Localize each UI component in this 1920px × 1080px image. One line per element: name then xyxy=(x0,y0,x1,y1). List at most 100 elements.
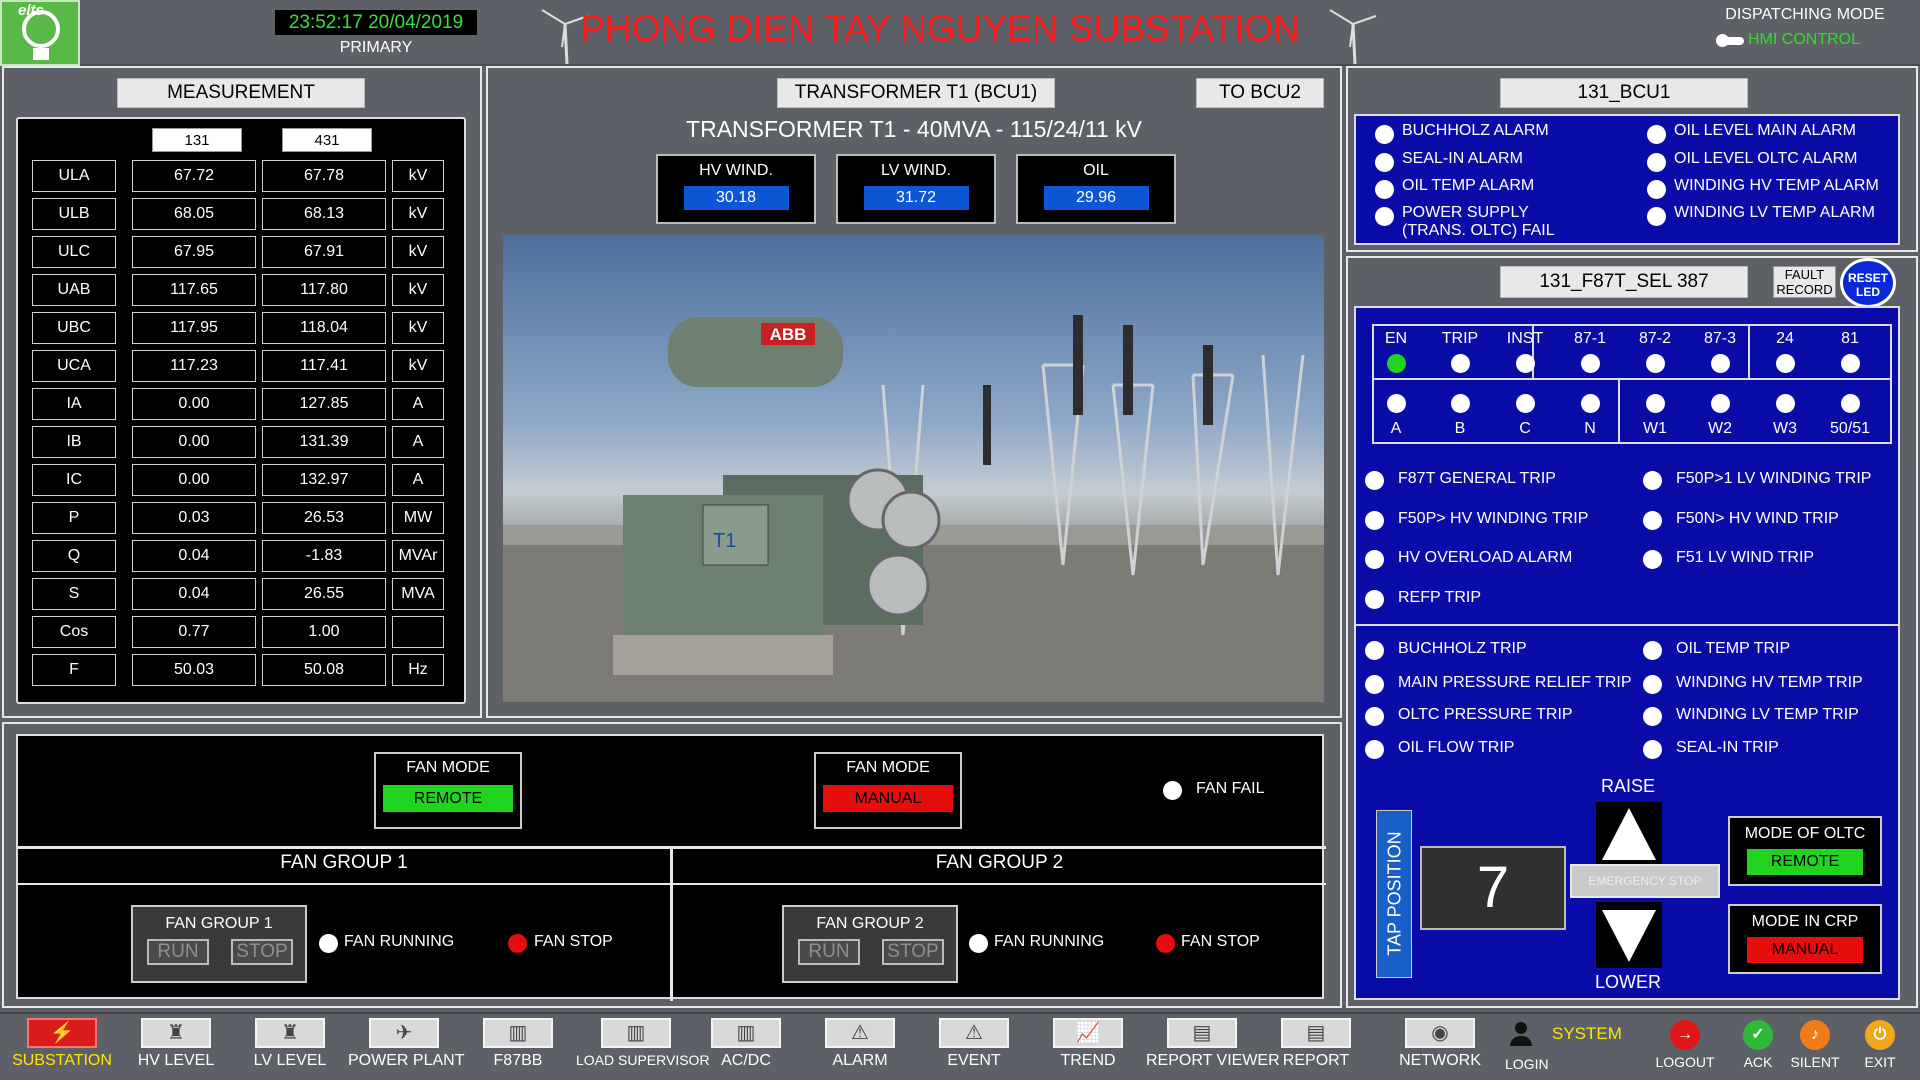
panel-icon: ▥ xyxy=(711,1018,781,1048)
measurement-cell-unit: Hz xyxy=(392,654,444,686)
ack-button[interactable]: ✓ ACK xyxy=(1735,1014,1781,1080)
protection-label: BUCHHOLZ TRIP xyxy=(1398,640,1527,657)
dispatching-mode-label: DISPATCHING MODE xyxy=(1725,6,1885,23)
toolbar-f87bb-button[interactable]: ▥ F87BB xyxy=(462,1014,574,1080)
fan-fail-led xyxy=(1163,781,1182,800)
fan-group2-run-button[interactable]: RUN xyxy=(798,939,860,965)
lower-button[interactable] xyxy=(1596,902,1662,968)
report-icon: ▤ xyxy=(1281,1018,1351,1048)
fan-group2-stop-button[interactable]: STOP xyxy=(882,939,944,965)
measurement-cell-v1: 0.00 xyxy=(132,464,256,496)
measurement-cell-unit: kV xyxy=(392,198,444,230)
event-icon: ⚠ xyxy=(939,1018,1009,1048)
protection-led xyxy=(1365,740,1384,759)
relay-led-label: B xyxy=(1454,420,1466,437)
measurement-cell-v1: 117.95 xyxy=(132,312,256,344)
measurement-cell-v1: 67.72 xyxy=(132,160,256,192)
relay-led xyxy=(1841,394,1860,413)
datetime-display: 23:52:17 20/04/2019 xyxy=(275,10,477,35)
bcu-title[interactable]: 131_BCU1 xyxy=(1500,78,1748,108)
alarm-bell-icon: ⚠ xyxy=(825,1018,895,1048)
measurement-cell-v2: 1.00 xyxy=(262,616,386,648)
relay-led-label: EN xyxy=(1384,330,1408,347)
raise-label: RAISE xyxy=(1600,776,1656,796)
panel-icon: ▥ xyxy=(483,1018,553,1048)
relay-led-label: N xyxy=(1584,420,1596,437)
dispatch-mode-toggle[interactable] xyxy=(1716,34,1744,47)
measurement-cell-unit xyxy=(392,616,444,648)
emergency-stop-button[interactable]: EMERGENCY STOP xyxy=(1570,864,1720,898)
tab-transformer-t1[interactable]: TRANSFORMER T1 (BCU1) xyxy=(777,78,1055,108)
fan-group1-running-led xyxy=(319,934,338,953)
fault-record-button[interactable]: FAULT RECORD xyxy=(1773,266,1836,298)
toolbar-trend-button[interactable]: 📈 TREND xyxy=(1032,1014,1144,1080)
bcu-alarm-label: SEAL-IN ALARM xyxy=(1402,150,1523,167)
mode-crp-value[interactable]: MANUAL xyxy=(1747,937,1863,963)
measurement-cell-name: IA xyxy=(32,388,116,420)
measurement-cell-unit: A xyxy=(392,388,444,420)
transformer-photo: ABB T1 xyxy=(503,235,1324,702)
bcu-alarm-label: BUCHHOLZ ALARM xyxy=(1402,122,1549,139)
user-icon xyxy=(1510,1022,1532,1046)
relay-led xyxy=(1581,394,1600,413)
to-bcu2-button[interactable]: TO BCU2 xyxy=(1196,78,1324,108)
toolbar-event-button[interactable]: ⚠ EVENT xyxy=(918,1014,1030,1080)
tap-position-text: TAP POSITION xyxy=(1384,831,1405,956)
protection-label: MAIN PRESSURE RELIEF TRIP xyxy=(1398,674,1632,691)
protection-led xyxy=(1365,675,1384,694)
tower-icon: ♜ xyxy=(141,1018,211,1048)
trip-label: F50P>1 LV WINDING TRIP xyxy=(1676,470,1872,487)
company-logo: elts xyxy=(0,0,80,66)
bcu-alarm-label: POWER SUPPLY (TRANS. OLTC) FAIL xyxy=(1402,204,1555,239)
bcu-alarm-led xyxy=(1375,125,1394,144)
toolbar-report-button[interactable]: ▤ REPORT xyxy=(1260,1014,1372,1080)
relay-led-label: TRIP xyxy=(1441,330,1479,347)
toolbar-alarm-button[interactable]: ⚠ ALARM xyxy=(804,1014,916,1080)
login-button[interactable]: LOGIN xyxy=(1505,1056,1549,1072)
toolbar-substation-button[interactable]: ⚡ SUBSTATION xyxy=(6,1014,118,1080)
measurement-cell-v1: 0.00 xyxy=(132,426,256,458)
primary-label: PRIMARY xyxy=(339,39,413,56)
wind-turbine-icon xyxy=(1329,9,1377,64)
svg-text:ABB: ABB xyxy=(770,325,807,344)
toolbar-report-viewer-button[interactable]: ▤ REPORT VIEWER xyxy=(1146,1014,1280,1080)
measurement-cell-v2: 131.39 xyxy=(262,426,386,458)
logout-button[interactable]: → LOGOUT xyxy=(1650,1014,1720,1080)
raise-button[interactable] xyxy=(1596,802,1662,868)
toolbar-network-button[interactable]: ◉ NETWORK xyxy=(1384,1014,1496,1080)
lower-label: LOWER xyxy=(1594,972,1661,992)
measurement-title[interactable]: MEASUREMENT xyxy=(117,78,365,108)
protection-label: OIL FLOW TRIP xyxy=(1398,739,1515,756)
toolbar-power-plant-button[interactable]: ✈ POWER PLANT xyxy=(348,1014,464,1080)
relay-led xyxy=(1387,394,1406,413)
relay-led-label: 24 xyxy=(1776,330,1794,347)
relay-title[interactable]: 131_F87T_SEL 387 xyxy=(1500,266,1748,298)
fan-mode-remote-button[interactable]: REMOTE xyxy=(383,785,513,812)
measurement-cell-v2: 26.53 xyxy=(262,502,386,534)
bcu-alarm-led xyxy=(1375,207,1394,226)
logout-icon: → xyxy=(1670,1020,1700,1050)
toolbar-hv-level-button[interactable]: ♜ HV LEVEL xyxy=(120,1014,232,1080)
trip-led xyxy=(1643,471,1662,490)
protection-led xyxy=(1643,641,1662,660)
measurement-cell-name: ULA xyxy=(32,160,116,192)
toolbar-lv-level-button[interactable]: ♜ LV LEVEL xyxy=(234,1014,346,1080)
measurement-cell-name: ULC xyxy=(32,236,116,268)
measurement-cell-v2: 117.41 xyxy=(262,350,386,382)
measurement-cell-v1: 67.95 xyxy=(132,236,256,268)
fan-mode-manual-button[interactable]: MANUAL xyxy=(823,785,953,812)
mode-oltc-box: MODE OF OLTC REMOTE xyxy=(1728,816,1882,886)
silent-button[interactable]: ♪ SILENT xyxy=(1790,1014,1840,1080)
toolbar-ac-dc-button[interactable]: ▥ AC/DC xyxy=(690,1014,802,1080)
measurement-cell-v1: 0.77 xyxy=(132,616,256,648)
measurement-cell-name: IC xyxy=(32,464,116,496)
mode-oltc-value[interactable]: REMOTE xyxy=(1747,849,1863,875)
toolbar-load-supervisor-button[interactable]: ▥ LOAD SUPERVISOR xyxy=(576,1014,710,1080)
fan-group1-stop-button[interactable]: STOP xyxy=(231,939,293,965)
reset-led-button[interactable]: RESET LED xyxy=(1840,258,1896,308)
relay-led-label: 87-3 xyxy=(1703,330,1737,347)
fan-group1-run-button[interactable]: RUN xyxy=(147,939,209,965)
measurement-cell-name: S xyxy=(32,578,116,610)
exit-button[interactable]: ⏻ EXIT xyxy=(1855,1014,1905,1080)
relay-led-87-3 xyxy=(1711,354,1730,373)
